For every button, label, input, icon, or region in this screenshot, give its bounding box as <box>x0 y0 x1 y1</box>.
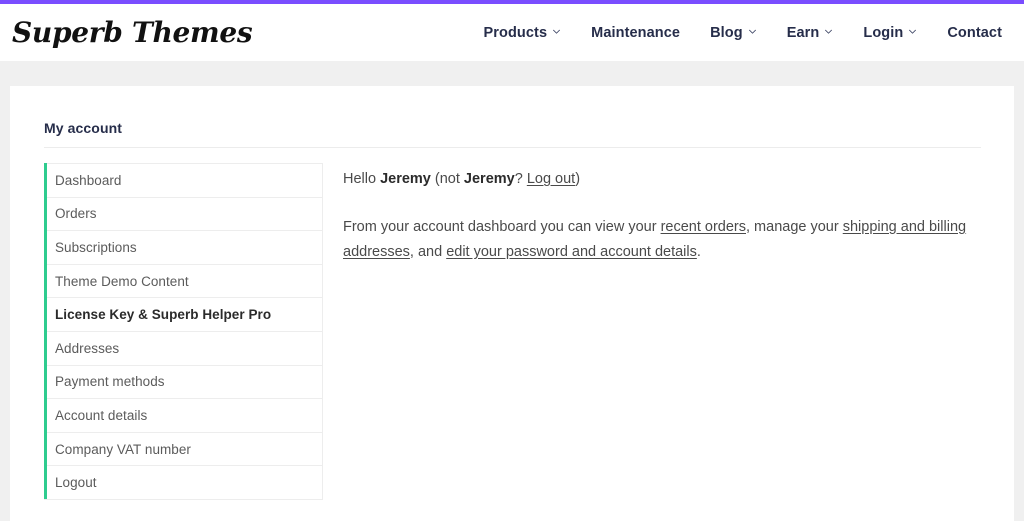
greeting-hello-prefix: Hello <box>343 171 381 187</box>
header-separator-band <box>0 61 1024 86</box>
sidebar-item-label: Payment methods <box>55 374 165 390</box>
nav-item-earn-label: Earn <box>786 24 820 41</box>
account-layout: Dashboard Orders Subscriptions Theme Dem… <box>44 163 980 500</box>
sidebar-item-account-details[interactable]: Account details <box>44 398 322 432</box>
nav-item-products-label: Products <box>483 24 548 41</box>
nav-item-earn[interactable]: Earn <box>787 25 834 41</box>
nav-item-contact[interactable]: Contact <box>947 25 1002 41</box>
dashboard-text-part2: , manage your <box>746 218 843 235</box>
sidebar-item-subscriptions[interactable]: Subscriptions <box>44 230 322 264</box>
account-page-card: My account Dashboard Orders Subscription… <box>10 86 1014 521</box>
dashboard-text-part3: , and <box>409 243 447 260</box>
sidebar-item-label: License Key & Superb Helper Pro <box>55 307 272 323</box>
greeting-not-prefix: (not <box>430 171 464 187</box>
greeting-suffix: ) <box>575 171 581 187</box>
sidebar-item-label: Addresses <box>55 340 120 356</box>
sidebar-item-label: Theme Demo Content <box>55 273 189 289</box>
nav-item-login-label: Login <box>863 24 904 41</box>
chevron-down-icon <box>908 27 917 36</box>
account-sidebar-nav: Dashboard Orders Subscriptions Theme Dem… <box>44 163 323 500</box>
sidebar-item-addresses[interactable]: Addresses <box>44 330 322 365</box>
site-logo[interactable]: Superb Themes <box>8 18 253 47</box>
sidebar-item-theme-demo-content[interactable]: Theme Demo Content <box>44 263 322 298</box>
greeting-text: Hello Jeremy (not Jeremy? Log out) <box>343 169 980 191</box>
chevron-down-icon <box>824 27 833 36</box>
sidebar-item-dashboard[interactable]: Dashboard <box>44 163 322 197</box>
sidebar-item-label: Company VAT number <box>55 441 191 457</box>
site-header: Superb Themes Products Maintenance Blog … <box>0 4 1024 61</box>
sidebar-item-label: Account details <box>55 407 148 423</box>
sidebar-item-logout[interactable]: Logout <box>44 465 322 499</box>
sidebar-item-label: Subscriptions <box>55 239 137 255</box>
sidebar-item-company-vat-number[interactable]: Company VAT number <box>44 431 322 466</box>
nav-item-maintenance-label: Maintenance <box>591 24 681 41</box>
account-main-panel: Hello Jeremy (not Jeremy? Log out) From … <box>323 163 980 265</box>
greeting-not-user-name: Jeremy <box>463 171 515 187</box>
greeting-user-name: Jeremy <box>380 171 431 187</box>
sidebar-item-license-key[interactable]: License Key & Superb Helper Pro <box>44 297 322 331</box>
nav-item-contact-label: Contact <box>947 24 1002 41</box>
greeting-question-mark: ? <box>514 171 527 187</box>
sidebar-item-label: Logout <box>55 475 97 491</box>
nav-item-blog[interactable]: Blog <box>710 25 757 41</box>
log-out-link[interactable]: Log out <box>527 171 575 187</box>
sidebar-item-label: Orders <box>55 206 97 222</box>
recent-orders-link[interactable]: recent orders <box>661 219 746 235</box>
dashboard-description: From your account dashboard you can view… <box>343 215 980 265</box>
page-title: My account <box>44 120 123 136</box>
title-divider <box>44 147 981 148</box>
sidebar-item-label: Dashboard <box>55 172 122 188</box>
dashboard-text-part1: From your account dashboard you can view… <box>343 218 661 235</box>
sidebar-item-payment-methods[interactable]: Payment methods <box>44 364 322 399</box>
chevron-down-icon <box>748 27 757 36</box>
edit-account-details-link[interactable]: edit your password and account details <box>446 244 697 260</box>
nav-item-products[interactable]: Products <box>484 25 562 41</box>
dashboard-text-part4: . <box>696 243 701 260</box>
nav-item-blog-label: Blog <box>710 24 743 41</box>
nav-item-login[interactable]: Login <box>863 25 917 41</box>
sidebar-item-orders[interactable]: Orders <box>44 196 322 231</box>
nav-item-maintenance[interactable]: Maintenance <box>591 25 680 41</box>
main-navigation: Products Maintenance Blog Earn Login Con… <box>484 25 1003 41</box>
chevron-down-icon <box>552 27 561 36</box>
